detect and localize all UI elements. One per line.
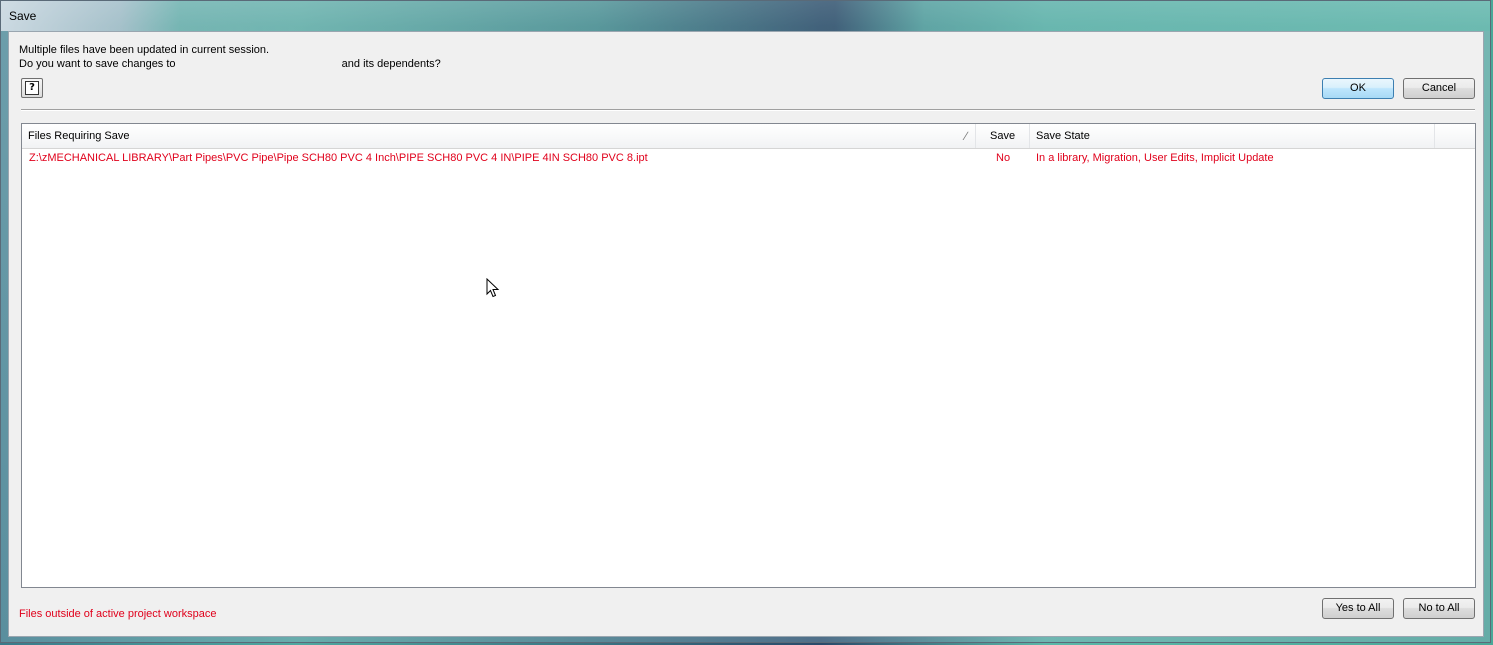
help-button[interactable]: ? (21, 78, 43, 98)
column-header-files[interactable]: Files Requiring Save ∕ (22, 124, 976, 148)
yes-to-all-button[interactable]: Yes to All (1322, 598, 1394, 619)
prompt-message: Multiple files have been updated in curr… (19, 43, 441, 71)
files-table[interactable]: Files Requiring Save ∕ Save Save State Z… (21, 123, 1476, 588)
table-row[interactable]: Z:\zMECHANICAL LIBRARY\Part Pipes\PVC Pi… (22, 149, 1475, 167)
separator-line (21, 109, 1475, 111)
help-icon: ? (25, 81, 39, 95)
column-header-save-state-label: Save State (1036, 130, 1090, 142)
mouse-pointer-icon (486, 277, 500, 301)
ok-button[interactable]: OK (1322, 78, 1394, 99)
prompt-line-2-suffix: and its dependents? (341, 58, 441, 70)
row-save-state: In a library, Migration, User Edits, Imp… (1036, 152, 1274, 164)
cancel-button[interactable]: Cancel (1403, 78, 1475, 99)
workspace-warning-note: Files outside of active project workspac… (19, 608, 217, 620)
row-save-value[interactable]: No (996, 149, 1010, 167)
column-header-save[interactable]: Save (976, 124, 1030, 148)
title-bar[interactable]: Save (1, 1, 1490, 31)
column-header-files-label: Files Requiring Save (28, 130, 130, 142)
redacted-filename (178, 59, 339, 70)
sort-indicator-icon: ∕ (964, 129, 967, 143)
prompt-line-2: Do you want to save changes to and its d… (19, 57, 441, 71)
window-title: Save (9, 9, 37, 23)
no-to-all-button[interactable]: No to All (1403, 598, 1475, 619)
dialog-client-area: Multiple files have been updated in curr… (8, 31, 1484, 637)
column-header-save-state[interactable]: Save State (1030, 124, 1435, 148)
row-file-path: Z:\zMECHANICAL LIBRARY\Part Pipes\PVC Pi… (29, 152, 648, 164)
save-dialog-window: Save Multiple files have been updated in… (0, 0, 1491, 643)
column-header-save-label: Save (990, 130, 1016, 142)
table-header: Files Requiring Save ∕ Save Save State (22, 124, 1475, 149)
prompt-line-1: Multiple files have been updated in curr… (19, 44, 270, 56)
prompt-line-2-prefix: Do you want to save changes to (19, 58, 176, 70)
